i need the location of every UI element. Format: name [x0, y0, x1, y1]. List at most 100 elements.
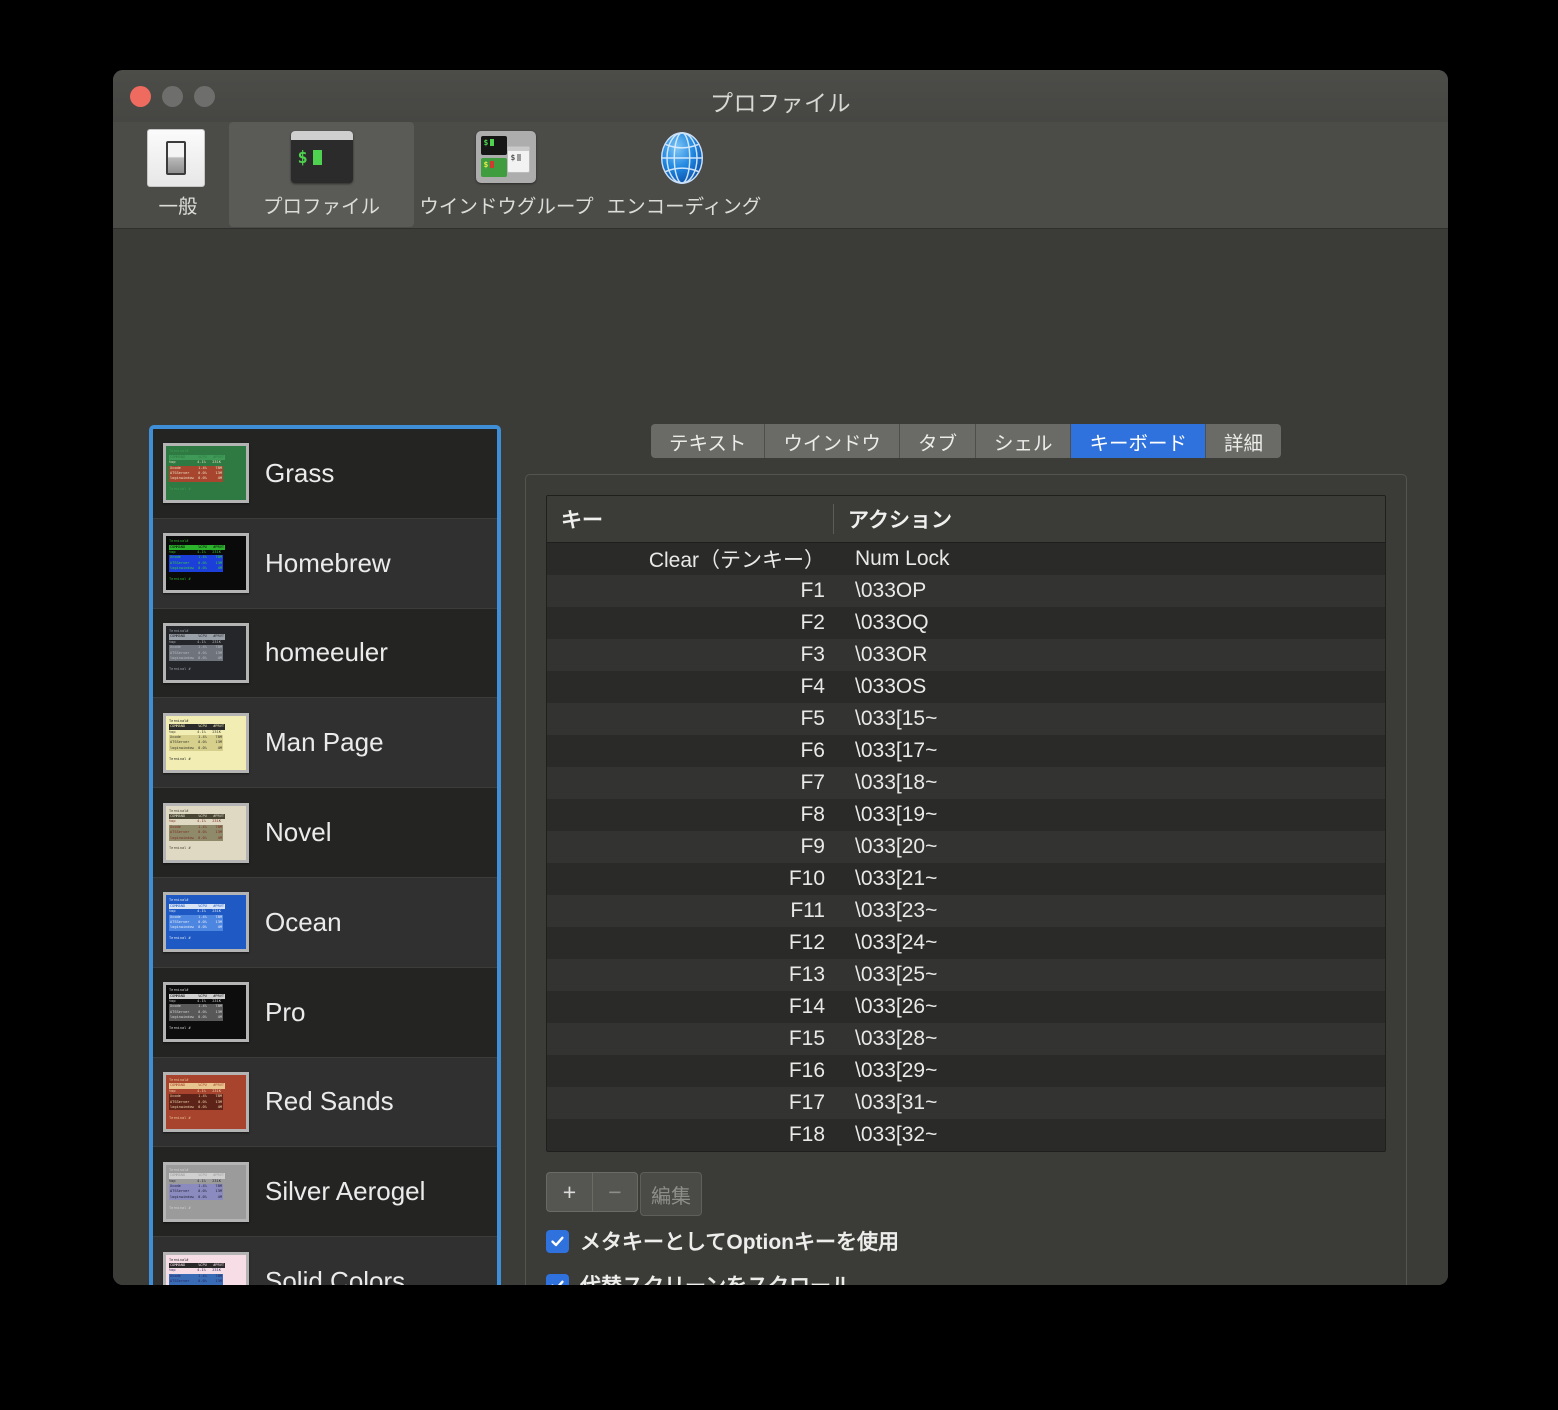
tab-1[interactable]: ウインドウ: [765, 424, 900, 458]
profile-thumbnail: Terminal# COMMAND %CPU #PRVT top 4.1% 23…: [163, 1161, 249, 1222]
table-row[interactable]: F17 \033[31~: [547, 1087, 1385, 1119]
key-mappings-table[interactable]: キー アクション Clear（テンキー） Num Lock F1 \033OP F2 \0…: [546, 495, 1386, 1152]
cell-action: \033[25~: [855, 963, 938, 986]
profile-list-item[interactable]: Terminal# COMMAND %CPU #PRVT top 4.1% 23…: [153, 518, 497, 609]
column-header-key[interactable]: キー: [547, 504, 833, 534]
edit-key-mapping-button[interactable]: 編集: [640, 1172, 702, 1216]
profile-list-box[interactable]: Terminal# COMMAND %CPU #PRVT top 4.1% 23…: [149, 425, 501, 1285]
toolbar-item-window-groups[interactable]: $ $ $ ウインドウグループ: [414, 122, 599, 227]
globe-icon: [653, 127, 715, 185]
table-row[interactable]: F11 \033[23~: [547, 895, 1385, 927]
profile-name: homeeuler: [265, 637, 388, 668]
checkbox-box[interactable]: [546, 1273, 569, 1285]
profiles-column: Terminal# COMMAND %CPU #PRVT top 4.1% 23…: [149, 425, 501, 1285]
cell-action: Num Lock: [855, 547, 950, 570]
toolbar-label-profiles: プロファイル: [262, 196, 380, 218]
profile-name: Ocean: [265, 906, 342, 937]
cell-action: \033[26~: [855, 995, 938, 1018]
table-row[interactable]: F6 \033[17~: [547, 735, 1385, 767]
profile-list[interactable]: Terminal# COMMAND %CPU #PRVT top 4.1% 23…: [153, 429, 497, 1285]
profile-thumbnail-text: Terminal# COMMAND %CPU #PRVT top 4.1% 23…: [169, 449, 226, 492]
tab-2[interactable]: タブ: [899, 424, 976, 458]
table-row[interactable]: F18 \033[32~: [547, 1119, 1385, 1151]
profile-list-item[interactable]: Terminal# COMMAND %CPU #PRVT top 4.1% 23…: [153, 1237, 497, 1285]
cell-key: Clear（テンキー）: [648, 549, 825, 572]
cell-key: F14: [788, 995, 825, 1018]
checkbox-scroll-alternate-screen[interactable]: 代替スクリーンをスクロール: [546, 1270, 1386, 1285]
cell-action: \033[15~: [855, 707, 938, 730]
tab-4[interactable]: キーボード: [1071, 424, 1206, 458]
profile-list-item[interactable]: Terminal# COMMAND %CPU #PRVT top 4.1% 23…: [153, 1147, 497, 1238]
profile-name: Grass: [265, 457, 335, 488]
profile-thumbnail-text: Terminal# COMMAND %CPU #PRVT top 4.1% 23…: [169, 808, 226, 851]
profile-list-item[interactable]: Terminal# COMMAND %CPU #PRVT top 4.1% 23…: [153, 1057, 497, 1148]
profile-list-item[interactable]: Terminal# COMMAND %CPU #PRVT top 4.1% 23…: [153, 967, 497, 1058]
profile-list-item[interactable]: Terminal# COMMAND %CPU #PRVT top 4.1% 23…: [153, 877, 497, 968]
add-key-mapping-button[interactable]: +: [546, 1172, 592, 1212]
remove-key-mapping-button[interactable]: −: [592, 1172, 638, 1212]
tab-5[interactable]: 詳細: [1205, 424, 1281, 458]
cell-key: F13: [788, 963, 825, 986]
profile-thumbnail: Terminal# COMMAND %CPU #PRVT top 4.1% 23…: [163, 802, 249, 863]
table-body: Clear（テンキー） Num Lock F1 \033OP F2 \033OQ F3 \03…: [547, 543, 1385, 1151]
cell-key: F2: [800, 611, 825, 634]
cell-key: F5: [800, 707, 825, 730]
profile-thumbnail-text: Terminal# COMMAND %CPU #PRVT top 4.1% 23…: [169, 718, 226, 761]
table-row[interactable]: F9 \033[20~: [547, 831, 1385, 863]
profile-thumbnail: Terminal# COMMAND %CPU #PRVT top 4.1% 23…: [163, 1251, 249, 1285]
checkbox-box[interactable]: [546, 1229, 569, 1253]
table-row[interactable]: F3 \033OR: [547, 639, 1385, 671]
table-row[interactable]: Clear（テンキー） Num Lock: [547, 543, 1385, 575]
column-header-action[interactable]: アクション: [833, 504, 1385, 534]
profile-list-item[interactable]: Terminal# COMMAND %CPU #PRVT top 4.1% 23…: [153, 788, 497, 878]
profile-name: Novel: [265, 817, 332, 848]
table-row[interactable]: F14 \033[26~: [547, 991, 1385, 1023]
table-row[interactable]: F1 \033OP: [547, 575, 1385, 607]
cell-action: \033OS: [855, 675, 927, 698]
cell-key: F12: [788, 931, 825, 954]
cell-key: F11: [790, 899, 825, 922]
profile-thumbnail: Terminal# COMMAND %CPU #PRVT top 4.1% 23…: [163, 982, 249, 1043]
checkbox-use-option-as-meta[interactable]: メタキーとしてOptionキーを使用: [546, 1226, 1386, 1256]
table-header-row: キー アクション: [547, 496, 1385, 543]
profile-name: Silver Aerogel: [265, 1176, 426, 1207]
table-row[interactable]: F13 \033[25~: [547, 959, 1385, 991]
table-row[interactable]: F2 \033OQ: [547, 607, 1385, 639]
toolbar-item-profiles[interactable]: $ プロファイル: [229, 122, 414, 227]
tab-3[interactable]: シェル: [975, 424, 1072, 458]
toolbar-item-encoding[interactable]: エンコーディング: [599, 122, 769, 227]
table-row[interactable]: F4 \033OS: [547, 671, 1385, 703]
table-row[interactable]: F16 \033[29~: [547, 1055, 1385, 1087]
table-row[interactable]: F10 \033[21~: [547, 863, 1385, 895]
profile-list-item[interactable]: Terminal# COMMAND %CPU #PRVT top 4.1% 23…: [153, 429, 497, 519]
table-row[interactable]: F7 \033[18~: [547, 767, 1385, 799]
table-row[interactable]: F15 \033[28~: [547, 1023, 1385, 1055]
cell-action: \033OQ: [855, 611, 929, 634]
cell-key: F1: [800, 579, 825, 602]
profile-thumbnail-text: Terminal# COMMAND %CPU #PRVT top 4.1% 23…: [169, 1077, 226, 1120]
profile-name: Red Sands: [265, 1086, 394, 1117]
settings-tabbar[interactable]: テキスト ウインドウ タブ シェル キーボード 詳細: [525, 424, 1407, 458]
table-row[interactable]: F5 \033[15~: [547, 703, 1385, 735]
toolbar-item-general[interactable]: 一般: [127, 122, 229, 227]
profile-list-item[interactable]: Terminal# COMMAND %CPU #PRVT top 4.1% 23…: [153, 608, 497, 699]
preferences-toolbar: 一般 $ プロファイル $ $ $ ウインドウグループ エンコーディング: [113, 122, 1448, 229]
keyboard-settings-panel: キー アクション Clear（テンキー） Num Lock F1 \033OP F2 \0…: [525, 474, 1407, 1285]
cell-action: \033[20~: [855, 835, 938, 858]
cell-key: F4: [800, 675, 825, 698]
tab-0[interactable]: テキスト: [651, 424, 766, 458]
screen: プロファイル 一般 $ プロファイル $ $ $ ウインドウグループ エンコーデ…: [0, 0, 1558, 1410]
cell-action: \033[18~: [855, 771, 938, 794]
table-row[interactable]: F12 \033[24~: [547, 927, 1385, 959]
checkbox-label-use-option-as-meta: メタキーとしてOptionキーを使用: [580, 1231, 900, 1254]
cell-key: F10: [788, 867, 825, 890]
profile-thumbnail-text: Terminal# COMMAND %CPU #PRVT top 4.1% 23…: [169, 539, 226, 582]
profile-list-item[interactable]: Terminal# COMMAND %CPU #PRVT top 4.1% 23…: [153, 698, 497, 789]
cell-key: F7: [800, 771, 825, 794]
profile-thumbnail: Terminal# COMMAND %CPU #PRVT top 4.1% 23…: [163, 622, 249, 683]
window-groups-icon: $ $ $: [475, 127, 538, 185]
cell-key: F18: [788, 1123, 825, 1146]
cell-key: F15: [788, 1027, 825, 1050]
cell-action: \033OP: [855, 579, 927, 602]
table-row[interactable]: F8 \033[19~: [547, 799, 1385, 831]
